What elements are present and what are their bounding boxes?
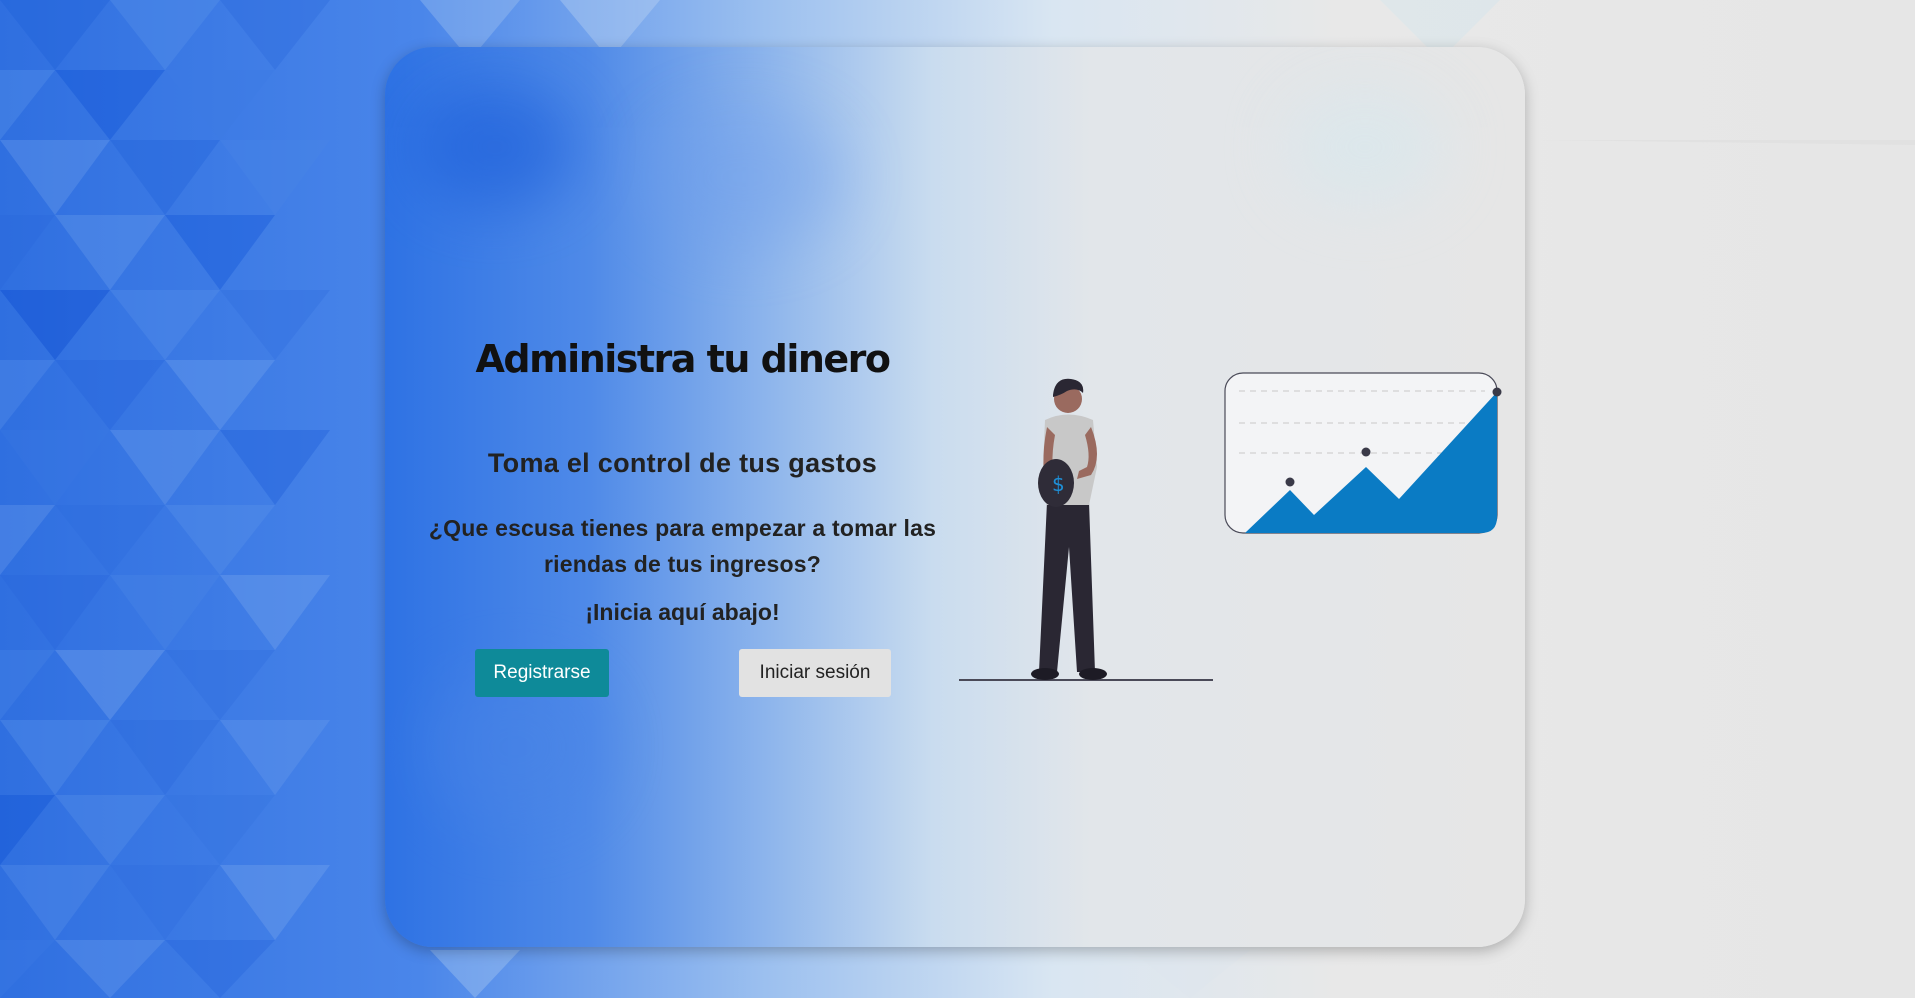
call-to-action: ¡Inicia aquí abajo! xyxy=(585,599,780,625)
intro-question: ¿Que escusa tienes para empezar a tomar … xyxy=(428,515,937,577)
person-figure: $ xyxy=(1031,378,1107,680)
login-button[interactable]: Iniciar sesión xyxy=(739,649,891,697)
background-blur xyxy=(415,87,575,207)
background-blur xyxy=(1285,87,1445,207)
welcome-card: Administra tu dinero Toma el control de … xyxy=(385,47,1525,947)
page-title: Administra tu dinero xyxy=(475,337,891,381)
register-button[interactable]: Registrarse xyxy=(475,649,609,697)
finance-illustration: $ xyxy=(959,372,1502,681)
coin-symbol: $ xyxy=(1052,472,1065,496)
page-subtitle: Toma el control de tus gastos xyxy=(487,448,878,478)
background-blur xyxy=(645,107,845,247)
growth-chart-card xyxy=(1224,372,1502,534)
